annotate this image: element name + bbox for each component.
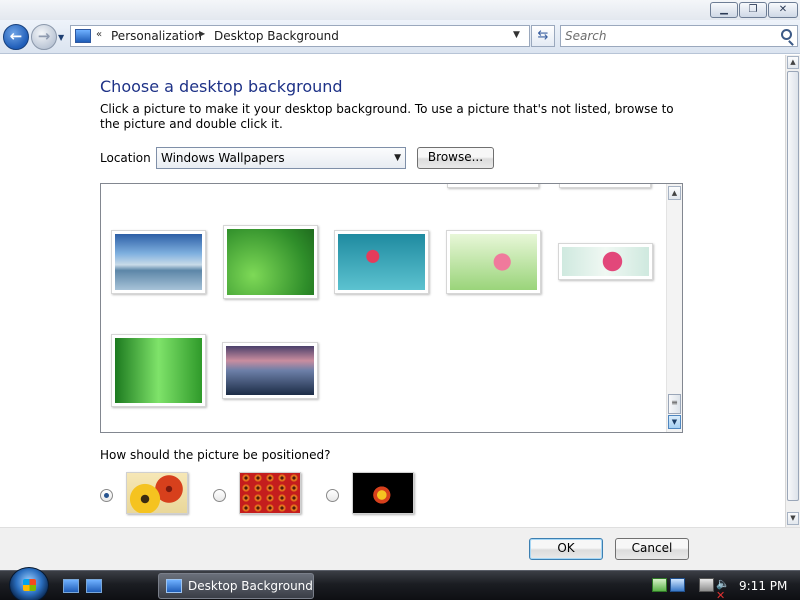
page-scrollbar[interactable]: ▲ ▼ — [785, 55, 800, 527]
instructions-text: Click a picture to make it your desktop … — [100, 102, 674, 131]
gallery-scroll-thumb[interactable]: ≡ — [668, 394, 681, 414]
taskbar: Desktop Background 🔈✕ 9:11 PM — [0, 567, 800, 600]
show-desktop-icon[interactable] — [63, 579, 79, 593]
position-center-radio[interactable] — [326, 489, 339, 502]
breadcrumb-overflow-chevron[interactable]: « — [96, 29, 102, 40]
refresh-button[interactable]: ⇆ — [531, 25, 555, 47]
search-box[interactable] — [560, 25, 798, 47]
wallpaper-thumbnail-beach-rocks[interactable] — [111, 230, 206, 294]
search-icon[interactable] — [781, 29, 792, 40]
ok-button[interactable]: OK — [529, 538, 603, 560]
close-button[interactable]: ✕ — [768, 2, 798, 18]
wallpaper-thumbnail-pink-flower-green[interactable] — [446, 230, 541, 294]
scroll-up-icon[interactable]: ▲ — [668, 186, 681, 200]
wallpaper-thumbnail-partial[interactable] — [559, 184, 651, 188]
location-label: Location — [100, 151, 151, 165]
browse-button[interactable]: Browse... — [417, 147, 494, 169]
position-question-label: How should the picture be positioned? — [100, 448, 331, 462]
network-disconnected-icon[interactable] — [699, 578, 714, 592]
start-button-icon[interactable] — [9, 567, 49, 600]
wallpaper-thumbnail-green-glow[interactable] — [111, 334, 206, 407]
breadcrumb-desktop-background[interactable]: Desktop Background — [214, 29, 339, 43]
volume-muted-icon[interactable]: 🔈✕ — [716, 578, 731, 600]
maximize-button[interactable]: ❐ — [739, 2, 767, 18]
address-bar[interactable]: « Personalization ▶ Desktop Background ▼ — [70, 25, 530, 47]
back-button[interactable]: ← — [3, 24, 29, 50]
page-title: Choose a desktop background — [100, 77, 343, 96]
position-tile-preview-image[interactable] — [239, 472, 301, 514]
system-tray: 🔈✕ 9:11 PM — [648, 575, 798, 600]
address-dropdown-icon[interactable]: ▼ — [513, 30, 520, 40]
desktop-background-window: ▁ ❐ ✕ ← → ▼ « Personalization ▶ Desktop … — [0, 0, 800, 570]
gallery-scrollbar[interactable]: ▲ ≡ ▼ — [666, 184, 682, 432]
navigation-bar: ← → ▼ « Personalization ▶ Desktop Backgr… — [0, 20, 800, 54]
breadcrumb-separator-icon[interactable]: ▶ — [199, 29, 205, 38]
chevron-down-icon[interactable]: ▼ — [394, 153, 401, 163]
taskbar-button-label: Desktop Background — [188, 579, 313, 593]
wallpaper-thumbnail-pink-flower-strip[interactable] — [558, 243, 653, 280]
control-panel-icon — [166, 579, 182, 593]
position-fit-preview-image[interactable] — [126, 472, 188, 514]
scroll-down-icon[interactable]: ▼ — [787, 512, 799, 525]
cancel-button[interactable]: Cancel — [615, 538, 689, 560]
control-panel-icon — [75, 29, 91, 43]
scroll-down-icon[interactable]: ▼ — [668, 415, 681, 429]
position-fit-radio[interactable] — [100, 489, 113, 502]
wallpaper-thumbnail-pink-flower-teal[interactable] — [334, 230, 429, 294]
position-center-preview-image[interactable] — [352, 472, 414, 514]
location-value: Windows Wallpapers — [161, 151, 285, 165]
wallpaper-thumbnail-green-stem[interactable] — [223, 225, 318, 299]
search-input[interactable] — [565, 28, 775, 44]
network-status-icon[interactable] — [670, 578, 685, 592]
scroll-up-icon[interactable]: ▲ — [787, 56, 799, 69]
position-tile-radio[interactable] — [213, 489, 226, 502]
taskbar-button-desktop-background[interactable]: Desktop Background — [158, 573, 314, 599]
clock[interactable]: 9:11 PM — [739, 579, 787, 593]
security-center-icon[interactable] — [652, 578, 667, 592]
wallpaper-thumbnail-partial[interactable] — [447, 184, 539, 188]
mouse-cursor-icon — [677, 478, 688, 495]
wallpaper-thumbnail-mountain-lake[interactable] — [222, 342, 318, 399]
location-dropdown[interactable]: Windows Wallpapers ▼ — [156, 147, 406, 169]
page-scroll-thumb[interactable] — [787, 71, 799, 501]
title-bar: ▁ ❐ ✕ — [0, 0, 800, 20]
recent-pages-dropdown-icon[interactable]: ▼ — [58, 33, 64, 42]
content-area: Choose a desktop background Click a pict… — [0, 55, 785, 527]
wallpaper-gallery[interactable]: ▲ ≡ ▼ — [100, 183, 683, 433]
minimize-button[interactable]: ▁ — [710, 2, 738, 18]
switch-windows-icon[interactable] — [86, 579, 102, 593]
dialog-footer: OK Cancel — [0, 527, 800, 570]
forward-button[interactable]: → — [31, 24, 57, 50]
breadcrumb-personalization[interactable]: Personalization — [111, 29, 202, 43]
